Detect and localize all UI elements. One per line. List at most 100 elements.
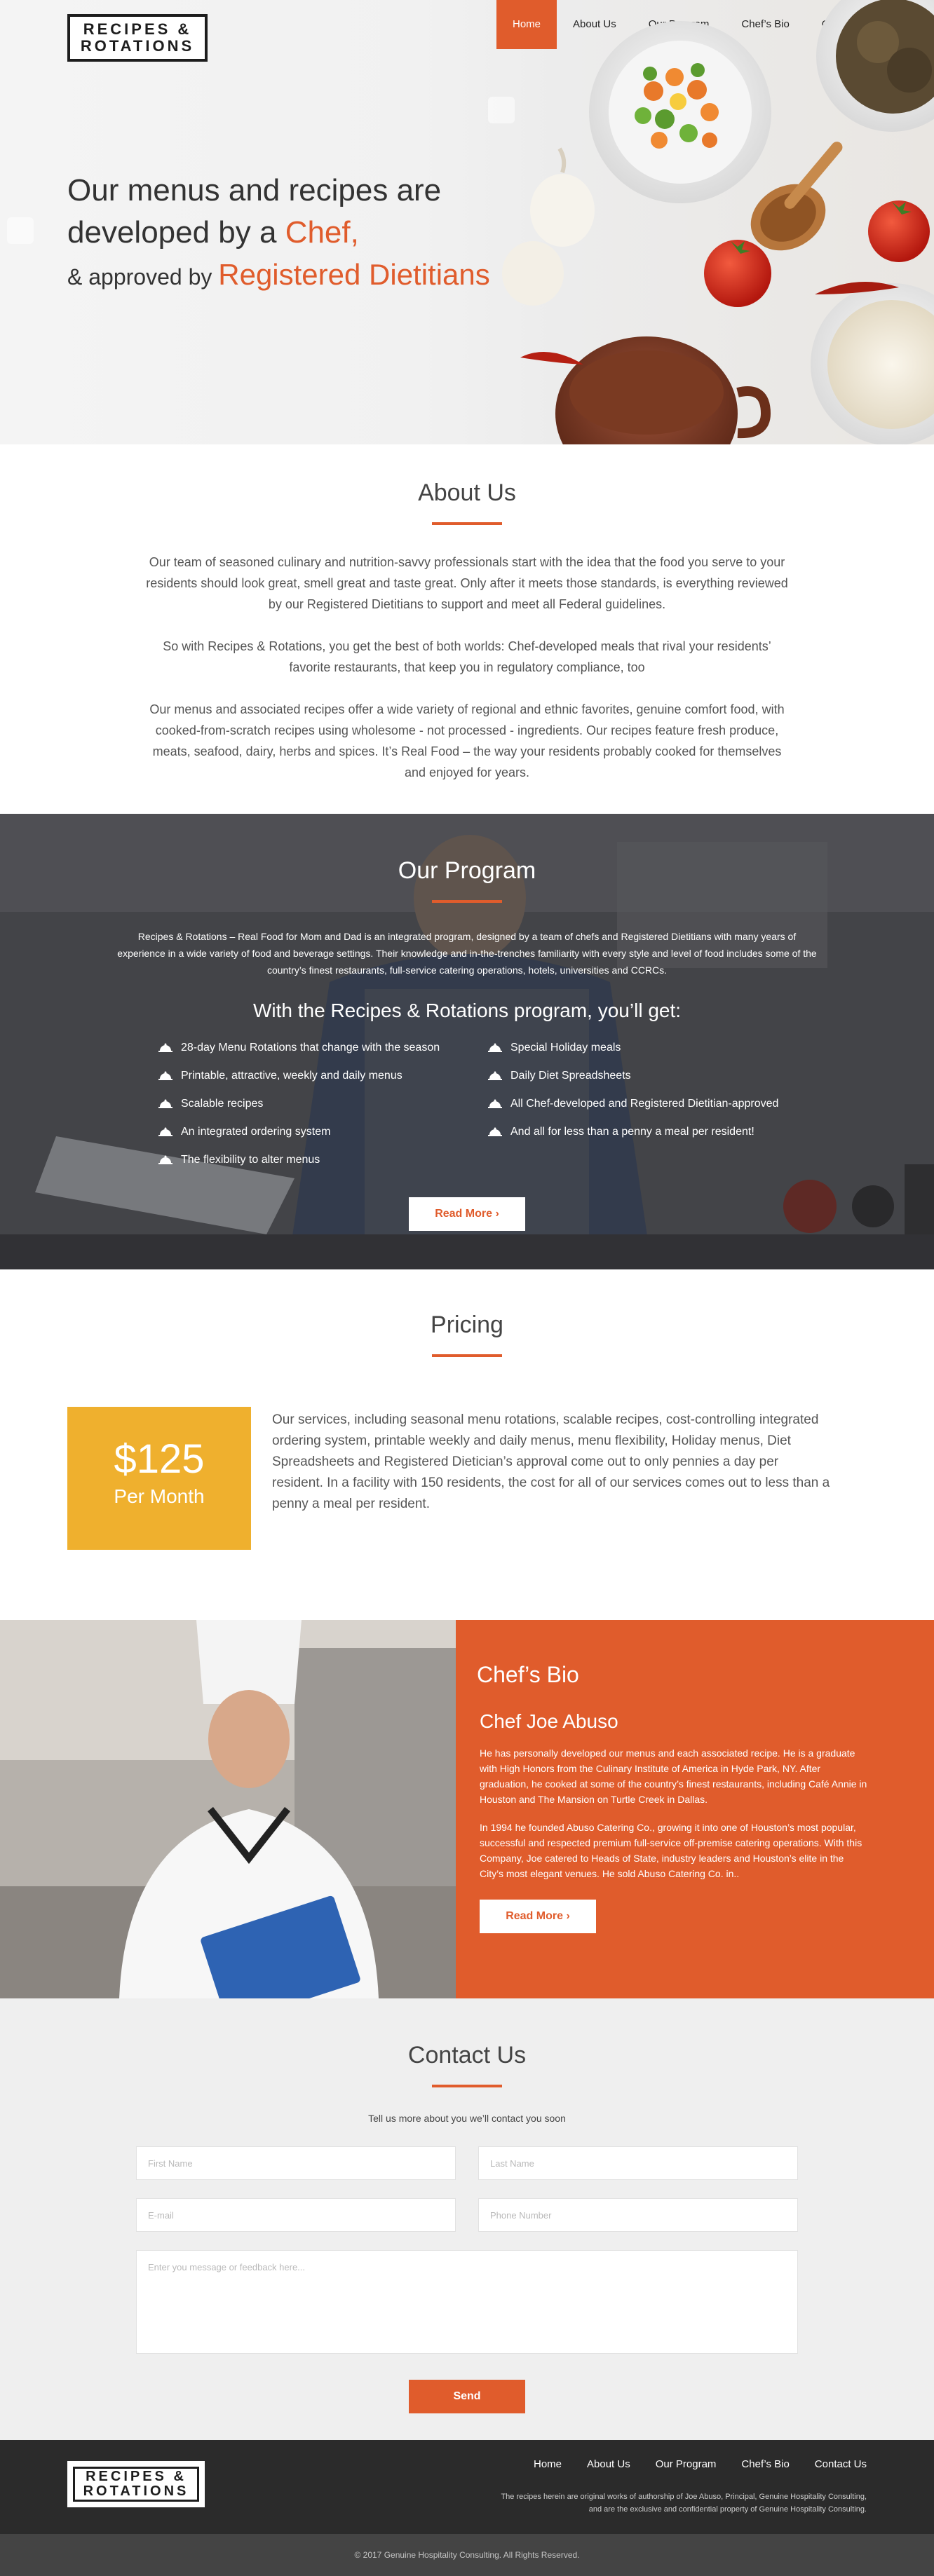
hero-section: RECIPES & ROTATIONS Home About Us Our Pr… <box>0 0 934 444</box>
chef-photo <box>0 1620 456 1998</box>
hero-dietitians-accent: Registered Dietitians <box>218 258 490 291</box>
send-button[interactable]: Send <box>409 2380 525 2413</box>
program-subtitle: With the Recipes & Rotations program, yo… <box>252 1000 682 1021</box>
footer-logo-frame: RECIPES & ROTATIONS <box>73 2467 199 2502</box>
about-paragraph: So with Recipes & Rotations, you get the… <box>163 639 771 674</box>
feature-label: Daily Diet Spreadsheets <box>510 1070 631 1082</box>
pricing-title: Pricing <box>431 1311 503 1338</box>
about-paragraph: Our menus and associated recipes offer a… <box>149 702 785 779</box>
button-label: Read More <box>435 1208 492 1220</box>
button-label: Read More <box>506 1910 563 1922</box>
program-title: Our Program <box>398 857 536 884</box>
chevron-right-icon: › <box>495 1208 499 1220</box>
hero-line2: developed by a Chef, <box>67 212 490 254</box>
cloche-icon <box>488 1071 502 1080</box>
footer-nav-home[interactable]: Home <box>534 2458 562 2470</box>
contact-title: Contact Us <box>407 2042 527 2069</box>
hero-heading: Our menus and recipes are developed by a… <box>67 170 490 298</box>
pricing-section: Pricing $125 Per Month Our services, inc… <box>0 1269 934 1620</box>
pricing-description: Our services, including seasonal menu ro… <box>272 1412 830 1511</box>
contact-lede: Tell us more about you we’ll contact you… <box>368 2113 566 2124</box>
feature-label: The flexibility to alter menus <box>181 1154 320 1166</box>
title-underline <box>432 900 502 903</box>
first-name-field[interactable] <box>136 2146 456 2180</box>
program-content: Our Program Recipes & Rotations – Real F… <box>0 814 934 1231</box>
footer-note-line: and are the exclusive and confidential p… <box>588 2505 867 2514</box>
price-period: Per Month <box>114 1485 205 1507</box>
cloche-icon <box>158 1099 172 1108</box>
cloche-icon <box>488 1099 502 1108</box>
feature-item: All Chef-developed and Registered Dietit… <box>467 1095 797 1113</box>
about-body: Our team of seasoned culinary and nutrit… <box>141 552 793 783</box>
feature-label: And all for less than a penny a meal per… <box>510 1126 754 1138</box>
footer-note-line: The recipes herein are original works of… <box>501 2493 867 2501</box>
footer-note: The recipes herein are original works of… <box>501 2490 867 2516</box>
footer-nav: Home About Us Our Program Chef’s Bio Con… <box>534 2458 867 2470</box>
feature-item: The flexibility to alter menus <box>137 1151 467 1169</box>
cloche-icon <box>158 1043 172 1052</box>
watermark-icon <box>488 97 515 123</box>
feature-item: 28-day Menu Rotations that change with t… <box>137 1039 467 1057</box>
hero-line3-text: & approved by <box>67 264 219 289</box>
contact-section: Contact Us Tell us more about you we’ll … <box>0 1998 934 2440</box>
cloche-icon <box>158 1127 172 1136</box>
feature-item: Daily Diet Spreadsheets <box>467 1067 797 1085</box>
about-title: About Us <box>418 479 516 506</box>
footer: RECIPES & ROTATIONS Home About Us Our Pr… <box>0 2440 934 2534</box>
chef-section: Chef’s Bio Chef Joe Abuso He has persona… <box>0 1620 934 1998</box>
hero-line2-text: developed by a <box>67 215 285 250</box>
feature-label: An integrated ordering system <box>181 1126 331 1138</box>
chef-bio-paragraph: In 1994 he founded Abuso Catering Co., g… <box>480 1822 862 1879</box>
title-underline <box>432 2085 502 2087</box>
cloche-icon <box>488 1043 502 1052</box>
chef-bio-paragraph: He has personally developed our menus an… <box>480 1747 867 1805</box>
chef-name: Chef Joe Abuso <box>480 1710 618 1732</box>
footer-logo[interactable]: RECIPES & ROTATIONS <box>67 2461 205 2507</box>
title-underline <box>432 1354 502 1357</box>
feature-list: 28-day Menu Rotations that change with t… <box>137 1039 797 1169</box>
feature-label: Printable, attractive, weekly and daily … <box>181 1070 402 1082</box>
chevron-right-icon: › <box>566 1910 570 1922</box>
hero-line1: Our menus and recipes are <box>67 173 442 207</box>
email-field[interactable] <box>136 2198 456 2232</box>
feature-label: Special Holiday meals <box>510 1042 621 1054</box>
hero-line3: & approved by Registered Dietitians <box>67 254 490 298</box>
cloche-icon <box>488 1127 502 1136</box>
feature-label: 28-day Menu Rotations that change with t… <box>181 1042 440 1054</box>
about-paragraph: Our team of seasoned culinary and nutrit… <box>146 555 788 611</box>
logo-line2: ROTATIONS <box>83 2483 189 2499</box>
feature-item: Scalable recipes <box>137 1095 467 1113</box>
contact-form: Send <box>136 2146 798 2413</box>
copyright: © 2017 Genuine Hospitality Consulting. A… <box>0 2534 934 2576</box>
logo[interactable]: RECIPES & ROTATIONS <box>67 14 208 62</box>
logo-line2: ROTATIONS <box>80 37 195 55</box>
hero-chef-accent: Chef, <box>285 215 359 250</box>
cloche-icon <box>158 1155 172 1164</box>
footer-nav-contact[interactable]: Contact Us <box>815 2458 867 2470</box>
footer-nav-chef-bio[interactable]: Chef’s Bio <box>741 2458 789 2470</box>
footer-nav-program[interactable]: Our Program <box>656 2458 717 2470</box>
price-box: $125 Per Month <box>67 1407 251 1550</box>
chef-bio-title: Chef’s Bio <box>477 1662 579 1687</box>
title-underline <box>432 522 502 525</box>
cloche-icon <box>158 1071 172 1080</box>
message-field[interactable] <box>136 2250 798 2354</box>
program-section: Our Program Recipes & Rotations – Real F… <box>0 814 934 1269</box>
chef-bio-panel: Chef’s Bio Chef Joe Abuso He has persona… <box>456 1620 934 1998</box>
logo-line1: RECIPES & <box>83 20 192 38</box>
feature-item: Special Holiday meals <box>467 1039 797 1057</box>
feature-item: And all for less than a penny a meal per… <box>467 1123 797 1141</box>
feature-item: Printable, attractive, weekly and daily … <box>137 1067 467 1085</box>
program-read-more-button[interactable]: Read More › <box>409 1197 525 1231</box>
about-section: About Us Our team of seasoned culinary a… <box>0 444 934 814</box>
phone-field[interactable] <box>478 2198 798 2232</box>
feature-item: An integrated ordering system <box>137 1123 467 1141</box>
price-amount: $125 <box>114 1436 205 1482</box>
chef-read-more-button[interactable]: Read More › <box>480 1900 596 1933</box>
form-row <box>136 2198 798 2232</box>
feature-label: Scalable recipes <box>181 1098 264 1110</box>
hero-food-image <box>502 0 934 444</box>
last-name-field[interactable] <box>478 2146 798 2180</box>
feature-label: All Chef-developed and Registered Dietit… <box>510 1098 779 1110</box>
footer-nav-about[interactable]: About Us <box>587 2458 630 2470</box>
